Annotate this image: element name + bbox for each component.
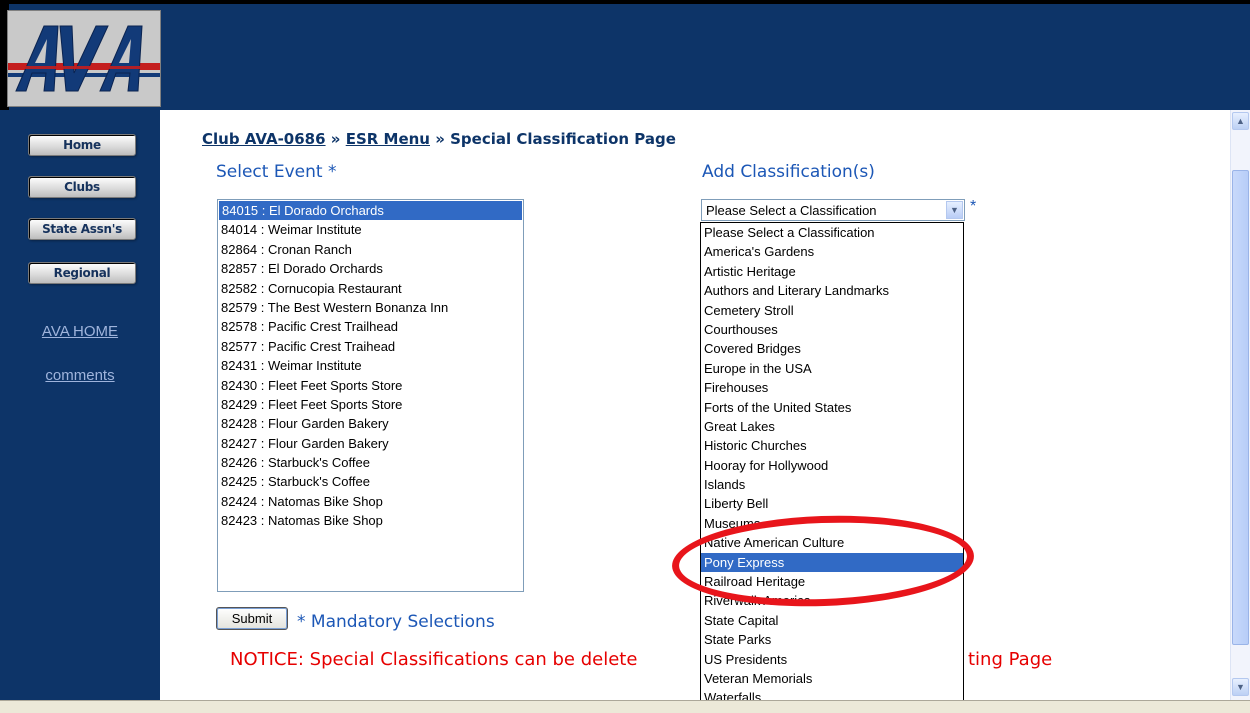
header-topline [0,0,1250,4]
classification-dropdown-list[interactable]: Please Select a Classification America's … [700,222,964,712]
nav-regional-button[interactable]: Regional [28,262,136,284]
event-option[interactable]: 82857 : El Dorado Orchards [218,259,523,278]
classification-option[interactable]: Hooray for Hollywood [701,456,963,475]
event-option[interactable]: 82864 : Cronan Ranch [218,240,523,259]
scrollbar-thumb[interactable] [1232,170,1249,645]
select-event-label: Select Event * [216,162,337,182]
header-bar [0,0,1250,110]
event-option[interactable]: 82430 : Fleet Feet Sports Store [218,376,523,395]
notice-text-tail: ting Page [968,649,1053,670]
classification-option[interactable]: Great Lakes [701,417,963,436]
classification-option[interactable]: Courthouses [701,320,963,339]
event-option[interactable]: 82427 : Flour Garden Bakery [218,434,523,453]
classification-option[interactable]: Forts of the United States [701,398,963,417]
event-option[interactable]: 82425 : Starbuck's Coffee [218,472,523,491]
classification-option[interactable]: Authors and Literary Landmarks [701,281,963,300]
event-option[interactable]: 82424 : Natomas Bike Shop [218,492,523,511]
ava-home-link[interactable]: AVA HOME [0,323,160,340]
event-option[interactable]: 82582 : Cornucopia Restaurant [218,279,523,298]
classification-option[interactable]: Historic Churches [701,436,963,455]
breadcrumb: Club AVA-0686 » ESR Menu » Special Class… [202,130,676,148]
page-scrollbar[interactable]: ▲ ▼ [1230,110,1250,700]
breadcrumb-separator: » [429,130,451,148]
chevron-down-icon[interactable]: ▼ [946,201,963,219]
classification-option[interactable]: Liberty Bell [701,494,963,513]
page-title: Special Classification Page [450,130,676,148]
classification-option[interactable]: Artistic Heritage [701,262,963,281]
classification-option[interactable]: America's Gardens [701,242,963,261]
nav-clubs-button[interactable]: Clubs [28,176,136,198]
event-option[interactable]: 82579 : The Best Western Bonanza Inn [218,298,523,317]
sidebar [0,110,160,702]
classification-option[interactable]: Please Select a Classification [701,223,963,242]
classification-select[interactable]: Please Select a Classification ▼ [701,199,965,221]
comments-link[interactable]: comments [0,367,160,384]
event-option[interactable]: 82423 : Natomas Bike Shop [218,511,523,530]
event-option[interactable]: 82431 : Weimar Institute [218,356,523,375]
event-option[interactable]: 84014 : Weimar Institute [218,220,523,239]
nav-home-button[interactable]: Home [28,134,136,156]
event-option[interactable]: 82577 : Pacific Crest Traihead [218,337,523,356]
breadcrumb-esr-menu-link[interactable]: ESR Menu [346,130,430,148]
event-option[interactable]: 82429 : Fleet Feet Sports Store [218,395,523,414]
classification-option[interactable]: Europe in the USA [701,359,963,378]
event-option[interactable]: 82578 : Pacific Crest Trailhead [218,317,523,336]
event-listbox[interactable]: 84015 : El Dorado Orchards 84014 : Weimar… [217,199,524,592]
required-asterisk: * [970,198,977,215]
browser-status-bar [0,700,1250,713]
scroll-down-icon[interactable]: ▼ [1232,678,1249,696]
classification-option[interactable]: Cemetery Stroll [701,301,963,320]
classification-option[interactable]: Veteran Memorials [701,669,963,688]
classification-option[interactable]: State Capital [701,611,963,630]
event-option[interactable]: 82428 : Flour Garden Bakery [218,414,523,433]
event-option[interactable]: 84015 : El Dorado Orchards [219,201,522,221]
breadcrumb-club-link[interactable]: Club AVA-0686 [202,130,326,148]
mandatory-note: * Mandatory Selections [297,612,495,632]
submit-button[interactable]: Submit [216,607,288,630]
add-classification-label: Add Classification(s) [702,162,875,182]
classification-option[interactable]: State Parks [701,630,963,649]
breadcrumb-separator: » [325,130,346,148]
classification-select-value: Please Select a Classification [706,203,877,218]
nav-state-assns-button[interactable]: State Assn's [28,218,136,240]
classification-option[interactable]: Covered Bridges [701,339,963,358]
ava-logo[interactable] [7,10,161,107]
notice-text: NOTICE: Special Classifications can be d… [230,649,638,670]
event-option[interactable]: 82426 : Starbuck's Coffee [218,453,523,472]
scroll-up-icon[interactable]: ▲ [1232,112,1249,130]
ava-logo-graphic [8,11,160,106]
classification-option[interactable]: Firehouses [701,378,963,397]
classification-option[interactable]: US Presidents [701,650,963,669]
classification-option[interactable]: Islands [701,475,963,494]
